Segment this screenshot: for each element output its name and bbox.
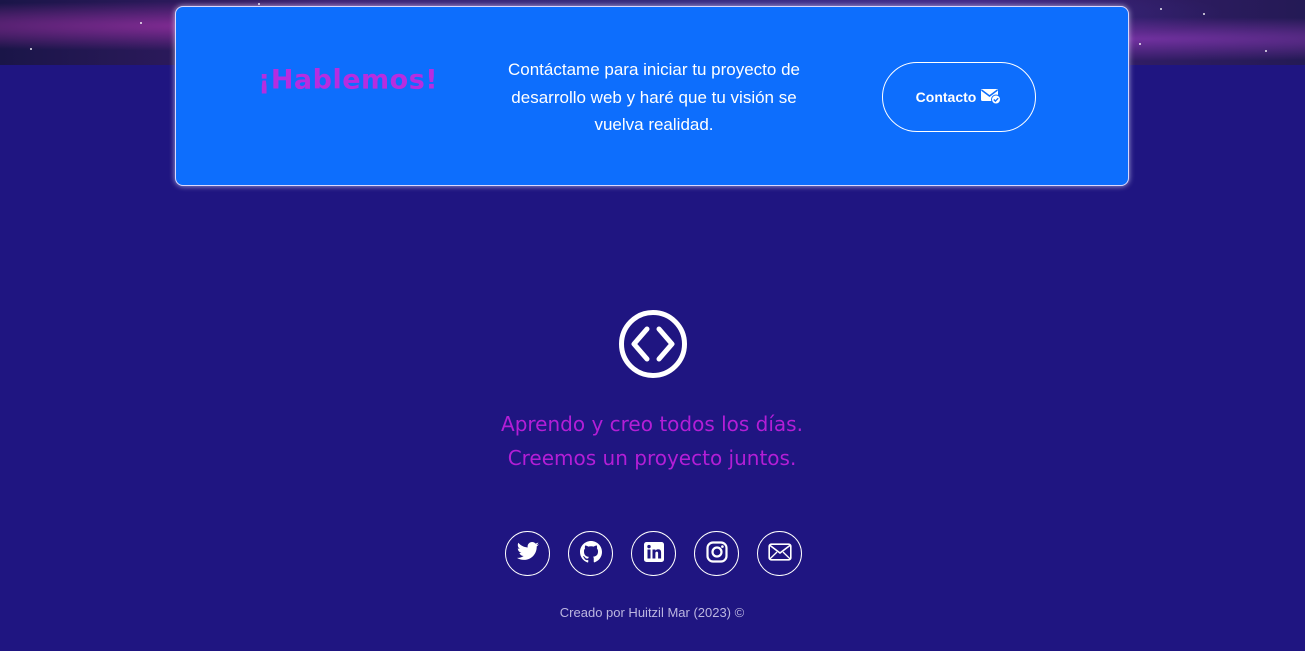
envelope-icon — [767, 542, 792, 565]
footer-credit: Creado por Huitzil Mar (2023) © — [559, 605, 745, 620]
code-circle-icon — [618, 309, 688, 379]
tagline-line-1: Aprendo y creo todos los días. — [501, 412, 803, 436]
footer-tagline: Aprendo y creo todos los días. Creemos u… — [352, 407, 952, 475]
cta-heading: ¡Hablemos! — [258, 64, 439, 96]
instagram-link[interactable] — [694, 531, 739, 576]
linkedin-link[interactable] — [631, 531, 676, 576]
contact-cta-card: ¡Hablemos! Contáctame para iniciar tu pr… — [175, 6, 1129, 186]
mail-check-icon — [980, 87, 1002, 108]
linkedin-icon — [643, 541, 665, 567]
twitter-icon — [516, 541, 540, 566]
tagline-line-2: Creemos un proyecto juntos. — [507, 446, 797, 470]
twitter-link[interactable] — [505, 531, 550, 576]
github-link[interactable] — [568, 531, 613, 576]
email-link[interactable] — [757, 531, 802, 576]
github-icon — [579, 540, 602, 567]
cta-description: Contáctame para iniciar tu proyecto de d… — [508, 60, 800, 134]
instagram-icon — [705, 540, 728, 567]
contact-button-label: Contacto — [915, 89, 977, 105]
contact-button[interactable]: Contacto — [882, 62, 1036, 132]
social-links — [505, 531, 802, 576]
